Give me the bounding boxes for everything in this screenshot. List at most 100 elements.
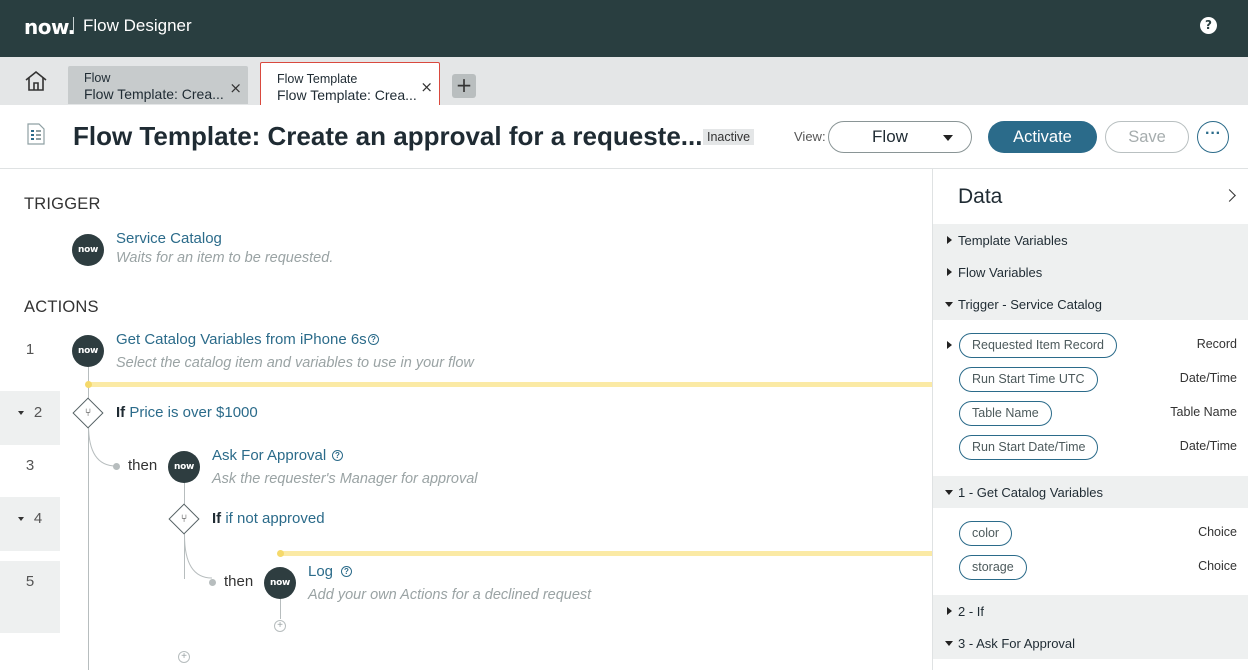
add-action-icon[interactable]: + [274,620,286,632]
tab-flow[interactable]: Flow Flow Template: Crea... × [68,66,248,104]
activate-button[interactable]: Activate [988,121,1097,153]
branch-icon: ⑂ [180,513,188,525]
tree-section-label: 3 - Ask For Approval [958,636,1076,651]
expand-icon[interactable] [947,341,952,349]
close-icon[interactable]: × [229,79,242,97]
chevron-right-icon[interactable] [1223,189,1236,202]
servicenow-logo[interactable]: now. [24,15,75,39]
step-description: Add your own Actions for a declined requ… [308,587,592,603]
data-type: Choice [1198,525,1237,539]
branch-dot [209,579,216,586]
collapse-icon [945,490,953,495]
collapse-icon[interactable] [17,411,24,416]
row-number-bg [0,561,60,633]
tree-section-ask-for-approval[interactable]: 3 - Ask For Approval [933,627,1248,659]
view-select-value: Flow [872,127,908,146]
now-icon: now [72,335,104,367]
data-panel-title: Data [958,185,1003,208]
data-pill[interactable]: color [959,521,1013,546]
trigger-section-label: TRIGGER [24,195,101,213]
branch-curve [184,535,213,579]
add-action-icon[interactable]: + [178,651,190,663]
drop-zone-highlight[interactable] [280,551,932,556]
trigger-description: Waits for an item to be requested. [116,250,334,266]
data-pill[interactable]: Requested Item Record [959,333,1118,358]
then-label: then [224,573,254,590]
if-condition[interactable]: If Price is over $1000 [116,404,258,421]
branch-dot [113,463,120,470]
flow-header: Flow Template: Create an approval for a … [0,105,1248,169]
if-condition[interactable]: If if not approved [212,510,325,527]
now-icon: now [168,451,200,483]
app-title: Flow Designer [83,16,192,35]
data-type: Choice [1198,559,1237,573]
tree-section-template-variables[interactable]: Template Variables [933,224,1248,256]
data-pill[interactable]: storage [959,555,1027,580]
top-bar: now. Flow Designer ? [0,0,1248,57]
now-icon: now [72,234,104,266]
step-title[interactable]: Get Catalog Variables from iPhone 6s [116,331,367,348]
add-tab-button[interactable]: + [452,74,476,98]
data-type: Table Name [1170,405,1237,419]
info-icon[interactable]: ? [341,566,352,577]
home-icon[interactable] [24,70,48,92]
info-icon[interactable]: ? [332,450,343,461]
drop-zone-highlight[interactable] [88,382,932,387]
trigger-title[interactable]: Service Catalog [116,230,222,247]
step-description: Select the catalog item and variables to… [116,355,474,371]
drop-zone-dot [277,550,284,557]
more-options-button[interactable]: ··· [1197,121,1229,153]
tree-section-if[interactable]: 2 - If [933,595,1248,627]
expand-icon [947,236,952,244]
tree-section-label: 1 - Get Catalog Variables [958,485,1103,500]
collapse-icon[interactable] [17,517,24,522]
tree-section-label: Template Variables [958,233,1068,248]
tab-name: Flow Template: Crea... [84,86,224,102]
tab-name: Flow Template: Crea... [277,87,417,103]
tree-section-catalog-variables[interactable]: 1 - Get Catalog Variables [933,476,1248,508]
step-number: 1 [25,341,35,358]
branch-curve [88,425,117,467]
tree-section-flow-variables[interactable]: Flow Variables [933,256,1248,288]
step-number: 5 [25,573,35,590]
drop-zone-dot [85,381,92,388]
step-number[interactable]: 2 [0,404,60,421]
view-label: View: [794,129,826,144]
then-label: then [128,457,158,474]
collapse-icon [945,302,953,307]
help-icon[interactable]: ? [1200,17,1217,34]
expand-icon [947,268,952,276]
connector-line [280,599,281,619]
step-title[interactable]: Ask For Approval [212,447,326,464]
chevron-down-icon [943,135,953,141]
data-type: Record [1196,337,1237,351]
data-panel: Data Template Variables Flow Variables T… [932,169,1248,670]
info-icon[interactable]: ? [368,334,379,345]
view-select[interactable]: Flow [828,121,972,153]
tree-section-label: Trigger - Service Catalog [958,297,1103,312]
tree-section-label: 2 - If [958,604,985,619]
flow-canvas: TRIGGER now Service Catalog Waits for an… [0,169,932,670]
page-title: Flow Template: Create an approval for a … [73,121,703,151]
branch-icon: ⑂ [84,407,92,419]
step-number: 3 [25,457,35,474]
step-number[interactable]: 4 [0,510,60,527]
data-pill[interactable]: Table Name [959,401,1052,426]
data-pill[interactable]: Run Start Time UTC [959,367,1098,392]
step-title[interactable]: Log [308,563,333,580]
tree-section-label: Flow Variables [958,265,1043,280]
tab-type: Flow Template [277,72,358,86]
status-badge: Inactive [703,129,755,145]
step-description: Ask the requester's Manager for approval [212,471,478,487]
tree-section-trigger[interactable]: Trigger - Service Catalog [933,288,1248,320]
data-pill[interactable]: Run Start Date/Time [959,435,1099,460]
title-divider [73,17,74,34]
actions-section-label: ACTIONS [24,298,99,316]
tab-type: Flow [84,71,111,85]
save-button[interactable]: Save [1105,121,1189,153]
collapse-icon [945,641,953,646]
tab-strip: Flow Flow Template: Crea... × Flow Templ… [0,57,1248,114]
close-icon[interactable]: × [420,78,433,96]
data-type: Date/Time [1179,439,1237,453]
expand-icon [947,607,952,615]
